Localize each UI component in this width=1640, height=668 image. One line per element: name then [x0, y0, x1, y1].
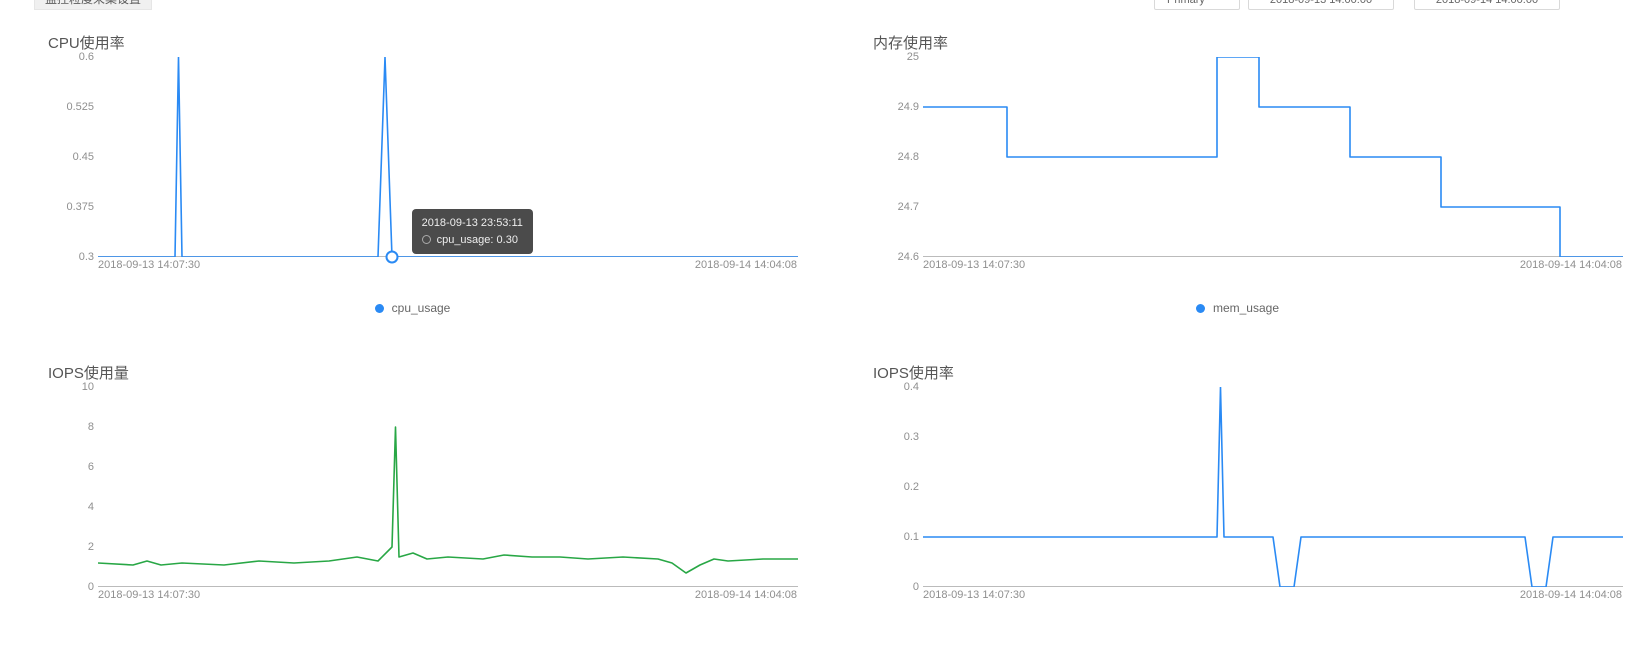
start-time-field[interactable]: 2018-09-13 14:00:00: [1248, 0, 1394, 10]
tooltip-series: cpu_usage: [437, 234, 491, 246]
x-start-label: 2018-09-13 14:07:30: [923, 589, 1025, 601]
panel-mem: 内存使用率 24.624.724.824.925 2018-09-13 14:0…: [845, 28, 1630, 338]
chart-mem[interactable]: 24.624.724.824.925 2018-09-13 14:07:30 2…: [873, 57, 1622, 267]
x-start-label: 2018-09-13 14:07:30: [98, 259, 200, 271]
tooltip-time: 2018-09-13 23:53:11: [422, 215, 523, 232]
panel-title: IOPS使用量: [48, 362, 805, 383]
panel-title: 内存使用率: [873, 32, 1630, 53]
chart-tooltip: 2018-09-13 23:53:11 cpu_usage: 0.30: [412, 209, 533, 254]
tooltip-value: 0.30: [497, 234, 518, 246]
legend-label: cpu_usage: [392, 301, 451, 315]
legend-label: mem_usage: [1213, 301, 1279, 315]
x-end-label: 2018-09-14 14:04:08: [1520, 259, 1622, 271]
panel-cpu: CPU使用率 0.30.3750.450.5250.6 2018-09-13 1…: [20, 28, 805, 338]
x-end-label: 2018-09-14 14:04:08: [1520, 589, 1622, 601]
legend-mem[interactable]: mem_usage: [845, 301, 1630, 315]
legend-cpu[interactable]: cpu_usage: [20, 301, 805, 315]
legend-dot-icon: [1196, 304, 1205, 313]
panel-title: CPU使用率: [48, 32, 805, 53]
panel-iopr: IOPS使用率 00.10.20.30.4 2018-09-13 14:07:3…: [845, 358, 1630, 668]
hover-marker: [385, 251, 398, 264]
legend-dot-icon: [375, 304, 384, 313]
x-start-label: 2018-09-13 14:07:30: [923, 259, 1025, 271]
x-end-label: 2018-09-14 14:04:08: [695, 259, 797, 271]
top-bar: 监控粒度采集设置 Primary 2018-09-13 14:00:00 201…: [0, 0, 1640, 10]
x-end-label: 2018-09-14 14:04:08: [695, 589, 797, 601]
chart-iops[interactable]: 0246810 2018-09-13 14:07:30 2018-09-14 1…: [48, 387, 797, 597]
panel-iops: IOPS使用量 0246810 2018-09-13 14:07:30 2018…: [20, 358, 805, 668]
end-time-field[interactable]: 2018-09-14 14:00:00: [1414, 0, 1560, 10]
settings-tab[interactable]: 监控粒度采集设置: [34, 0, 152, 10]
instance-dropdown[interactable]: Primary: [1154, 0, 1240, 10]
chart-cpu[interactable]: 0.30.3750.450.5250.6 2018-09-13 14:07:30…: [48, 57, 797, 267]
x-start-label: 2018-09-13 14:07:30: [98, 589, 200, 601]
panel-title: IOPS使用率: [873, 362, 1630, 383]
chart-iopr[interactable]: 00.10.20.30.4 2018-09-13 14:07:30 2018-0…: [873, 387, 1622, 597]
